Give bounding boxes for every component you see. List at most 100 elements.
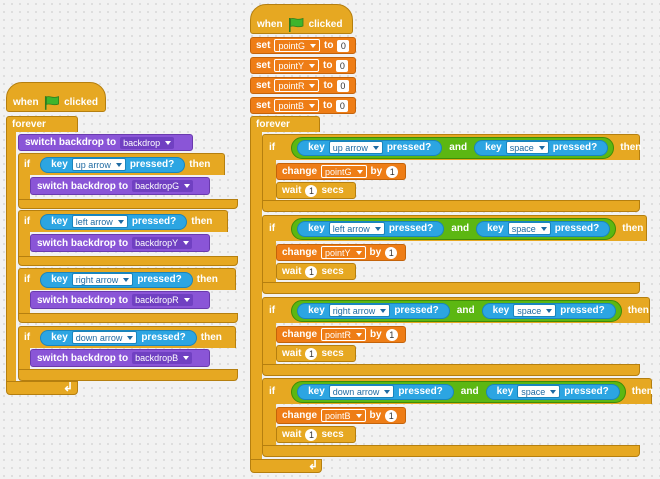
- secs-label: secs: [321, 429, 344, 440]
- key-dropdown[interactable]: up arrow: [328, 141, 383, 154]
- change-amount-input[interactable]: 1: [386, 165, 399, 178]
- key-label: key: [496, 386, 514, 397]
- if-block-header[interactable]: if key right arrow pressed? and key spac…: [262, 297, 650, 323]
- wait-seconds-input[interactable]: 1: [305, 347, 318, 360]
- wait-block[interactable]: wait 1 secs: [276, 182, 356, 199]
- secs-label: secs: [321, 266, 344, 277]
- value-input[interactable]: 0: [336, 99, 349, 112]
- switch-backdrop-label: switch backdrop to: [37, 180, 129, 192]
- key-dropdown[interactable]: down arrow: [328, 385, 395, 398]
- if-block-header[interactable]: if key left arrow pressed? and key space…: [262, 215, 647, 241]
- set-variable-block[interactable]: set pointG to 0: [250, 37, 356, 54]
- change-amount-input[interactable]: 1: [385, 328, 398, 341]
- backdrop-dropdown[interactable]: backdropG: [132, 180, 194, 192]
- wait-seconds-input[interactable]: 1: [305, 428, 318, 441]
- key-pressed-sensor[interactable]: key space pressed?: [481, 302, 616, 319]
- value-input[interactable]: 0: [336, 79, 349, 92]
- key-pressed-sensor[interactable]: key space pressed?: [476, 220, 611, 237]
- key-pressed-sensor[interactable]: key left arrow pressed?: [297, 220, 445, 237]
- forever-block-header[interactable]: forever: [250, 116, 320, 132]
- forever-block-header[interactable]: forever: [6, 116, 78, 132]
- key-dropdown[interactable]: space: [517, 385, 561, 398]
- if-block-header[interactable]: if key up arrow pressed? and key space p…: [262, 134, 641, 160]
- variable-dropdown[interactable]: pointY: [274, 59, 319, 72]
- key-dropdown[interactable]: left arrow: [71, 215, 128, 228]
- when-flag-clicked-hat[interactable]: when clicked: [6, 82, 106, 112]
- key-pressed-sensor[interactable]: key up arrow pressed?: [40, 156, 186, 173]
- wait-seconds-input[interactable]: 1: [305, 184, 318, 197]
- key-dropdown[interactable]: space: [507, 222, 551, 235]
- key-dropdown[interactable]: left arrow: [328, 222, 385, 235]
- key-dropdown[interactable]: space: [505, 141, 549, 154]
- switch-backdrop-label: switch backdrop to: [25, 137, 117, 148]
- when-label: when: [13, 96, 39, 108]
- backdrop-dropdown[interactable]: backdrop: [120, 136, 175, 149]
- if-block-arm: [18, 174, 30, 200]
- switch-backdrop-block[interactable]: switch backdrop to backdrop: [18, 134, 193, 151]
- key-dropdown[interactable]: down arrow: [71, 331, 138, 344]
- backdrop-dropdown[interactable]: backdropR: [132, 294, 193, 306]
- change-variable-block[interactable]: change pointR by 1: [276, 326, 406, 343]
- set-variable-block[interactable]: set pointR to 0: [250, 77, 356, 94]
- wait-block[interactable]: wait 1 secs: [276, 426, 356, 443]
- switch-backdrop-block[interactable]: switch backdrop to backdropY: [30, 234, 210, 252]
- change-amount-input[interactable]: 1: [385, 409, 398, 422]
- green-flag-icon: [43, 95, 61, 110]
- key-dropdown[interactable]: space: [513, 304, 557, 317]
- set-label: set: [256, 100, 271, 111]
- pressed-label: pressed?: [131, 216, 177, 227]
- and-operator[interactable]: key up arrow pressed? and key space pres…: [291, 136, 615, 159]
- change-amount-input[interactable]: 1: [385, 246, 398, 259]
- to-label: to: [322, 100, 333, 111]
- wait-seconds-input[interactable]: 1: [305, 265, 318, 278]
- wait-block[interactable]: wait 1 secs: [276, 345, 356, 362]
- switch-backdrop-block[interactable]: switch backdrop to backdropR: [30, 291, 210, 309]
- if-block-foot: [262, 364, 640, 376]
- variable-dropdown[interactable]: pointB: [321, 409, 366, 422]
- variable-dropdown[interactable]: pointG: [274, 39, 320, 52]
- key-pressed-sensor[interactable]: key space pressed?: [485, 383, 620, 400]
- if-block-header[interactable]: if key down arrow pressed? then: [18, 326, 236, 348]
- and-operator[interactable]: key down arrow pressed? and key space pr…: [291, 380, 626, 403]
- change-variable-block[interactable]: change pointY by 1: [276, 244, 406, 261]
- key-dropdown[interactable]: right arrow: [71, 273, 134, 286]
- if-block-arm: [18, 289, 30, 315]
- set-variable-block[interactable]: set pointB to 0: [250, 97, 356, 114]
- then-label: then: [622, 223, 644, 234]
- variable-dropdown[interactable]: pointG: [321, 165, 367, 178]
- variable-dropdown[interactable]: pointB: [274, 99, 319, 112]
- variable-dropdown[interactable]: pointR: [274, 79, 320, 92]
- set-variable-block[interactable]: set pointY to 0: [250, 57, 356, 74]
- switch-backdrop-block[interactable]: switch backdrop to backdropB: [30, 349, 210, 367]
- value-input[interactable]: 0: [336, 59, 349, 72]
- change-variable-block[interactable]: change pointG by 1: [276, 163, 406, 180]
- if-block-header[interactable]: if key down arrow pressed? and key space…: [262, 378, 653, 404]
- if-block-foot: [18, 199, 238, 209]
- key-dropdown[interactable]: right arrow: [328, 304, 391, 317]
- wait-block[interactable]: wait 1 secs: [276, 263, 356, 280]
- when-flag-clicked-hat[interactable]: when clicked: [250, 4, 353, 34]
- variable-dropdown[interactable]: pointY: [321, 246, 366, 259]
- key-pressed-sensor[interactable]: key space pressed?: [474, 139, 609, 156]
- key-pressed-sensor[interactable]: key right arrow pressed?: [40, 271, 193, 288]
- change-variable-block[interactable]: change pointB by 1: [276, 407, 406, 424]
- then-label: then: [627, 305, 649, 316]
- key-pressed-sensor[interactable]: key up arrow pressed?: [297, 139, 443, 156]
- backdrop-dropdown[interactable]: backdropB: [132, 352, 193, 364]
- key-pressed-sensor[interactable]: key right arrow pressed?: [297, 302, 450, 319]
- if-block-header[interactable]: if key right arrow pressed? then: [18, 268, 236, 290]
- switch-backdrop-block[interactable]: switch backdrop to backdropG: [30, 177, 210, 195]
- if-block-arm: [262, 322, 276, 365]
- key-pressed-sensor[interactable]: key down arrow pressed?: [40, 329, 197, 346]
- if-block-header[interactable]: if key up arrow pressed? then: [18, 153, 225, 175]
- and-operator[interactable]: key right arrow pressed? and key space p…: [291, 299, 622, 322]
- variable-dropdown[interactable]: pointR: [321, 328, 367, 341]
- if-block-header[interactable]: if key left arrow pressed? then: [18, 210, 228, 232]
- key-pressed-sensor[interactable]: key left arrow pressed?: [40, 213, 188, 230]
- key-dropdown[interactable]: up arrow: [71, 158, 126, 171]
- key-label: key: [51, 216, 68, 227]
- and-operator[interactable]: key left arrow pressed? and key space pr…: [291, 217, 617, 240]
- value-input[interactable]: 0: [337, 39, 350, 52]
- key-pressed-sensor[interactable]: key down arrow pressed?: [297, 383, 454, 400]
- backdrop-dropdown[interactable]: backdropY: [132, 237, 193, 249]
